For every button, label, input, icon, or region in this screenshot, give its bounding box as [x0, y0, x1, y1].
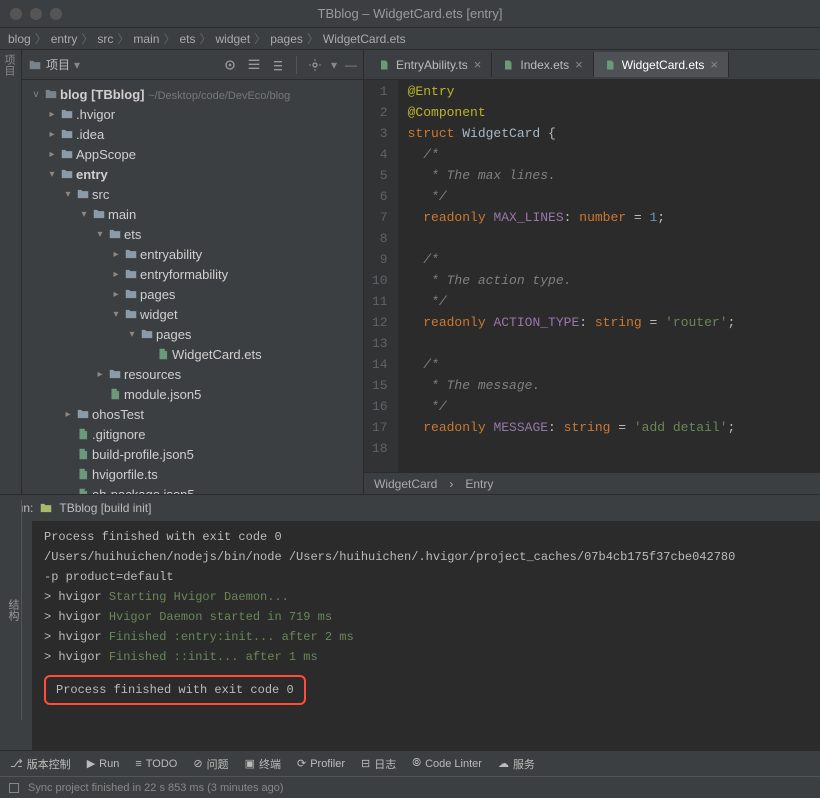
tree-item[interactable]: ▸ohosTest — [30, 404, 363, 424]
folder-icon — [28, 58, 42, 72]
folder-icon — [108, 227, 122, 241]
file-icon — [76, 427, 90, 441]
problems-button[interactable]: ⊘ 问题 — [193, 756, 228, 772]
file-icon — [76, 467, 90, 481]
tree-item[interactable]: ▸entryformability — [30, 264, 363, 284]
expand-all-icon[interactable] — [246, 57, 262, 73]
folder-icon — [108, 367, 122, 381]
folder-icon — [60, 147, 74, 161]
tree-item[interactable]: ▾entry — [30, 164, 363, 184]
folder-icon — [60, 127, 74, 141]
breadcrumb-item[interactable]: widget — [215, 32, 250, 46]
log-button[interactable]: ⊟ 日志 — [361, 756, 396, 772]
file-icon — [108, 387, 122, 401]
file-icon — [156, 347, 170, 361]
tree-root[interactable]: vblog [TBblog] ~/Desktop/code/DevEco/blo… — [30, 84, 363, 104]
breadcrumb-item[interactable]: pages — [270, 32, 303, 46]
run-config-icon — [39, 501, 53, 515]
services-button[interactable]: ☁ 服务 — [498, 756, 535, 772]
file-icon — [378, 59, 390, 71]
breadcrumb-item[interactable]: WidgetCard.ets — [323, 32, 406, 46]
folder-icon — [124, 267, 138, 281]
status-text: Sync project finished in 22 s 853 ms (3 … — [28, 782, 284, 794]
folder-icon — [76, 407, 90, 421]
run-button[interactable]: ▶ Run — [87, 757, 120, 770]
tree-item[interactable]: ▸pages — [30, 284, 363, 304]
tree-item[interactable]: ▾ets — [30, 224, 363, 244]
run-config-name[interactable]: TBblog [build init] — [59, 501, 151, 515]
tree-item[interactable]: ▸resources — [30, 364, 363, 384]
collapse-all-icon[interactable] — [270, 57, 286, 73]
breadcrumb-item[interactable]: src — [97, 32, 113, 46]
folder-icon — [60, 107, 74, 121]
run-panel: Run: TBblog [build init] ↻ ↑ ↓ Process f… — [0, 494, 820, 750]
close-tab-icon[interactable]: × — [710, 57, 718, 72]
tree-item[interactable]: ▸.hvigor — [30, 104, 363, 124]
highlighted-output: Process finished with exit code 0 — [44, 675, 306, 705]
breadcrumb-item[interactable]: main — [133, 32, 159, 46]
status-icon — [8, 782, 20, 794]
tree-item[interactable]: build-profile.json5 — [30, 444, 363, 464]
locate-icon[interactable] — [222, 57, 238, 73]
tree-item[interactable]: ▾widget — [30, 304, 363, 324]
tree-item[interactable]: ▾main — [30, 204, 363, 224]
code-editor[interactable]: 123456789101112131415161718 @Entry@Compo… — [364, 80, 820, 472]
file-icon — [76, 487, 90, 494]
folder-icon — [124, 307, 138, 321]
tree-item[interactable]: .gitignore — [30, 424, 363, 444]
title-bar: TBblog – WidgetCard.ets [entry] — [0, 0, 820, 28]
editor-tab[interactable]: EntryAbility.ts× — [368, 52, 492, 77]
project-panel: 项目 ▾ ▾ — vblog [TBblog] ~/Desktop/code/D… — [22, 50, 364, 494]
settings-gear-icon[interactable] — [307, 57, 323, 73]
vcs-button[interactable]: ⎇ 版本控制 — [10, 756, 71, 772]
folder-icon — [124, 247, 138, 261]
run-output[interactable]: Process finished with exit code 0 /Users… — [32, 521, 820, 750]
tree-item[interactable]: WidgetCard.ets — [30, 344, 363, 364]
editor-tab[interactable]: Index.ets× — [492, 52, 593, 77]
tree-item[interactable]: module.json5 — [30, 384, 363, 404]
profiler-button[interactable]: ⟳ Profiler — [297, 757, 345, 770]
window-title: TBblog – WidgetCard.ets [entry] — [0, 6, 820, 21]
tree-item[interactable]: ▸.idea — [30, 124, 363, 144]
codelinter-button[interactable]: ⦾ Code Linter — [412, 757, 482, 770]
structure-tab[interactable]: 结构 — [5, 599, 21, 621]
close-tab-icon[interactable]: × — [474, 57, 482, 72]
left-tool-tabs[interactable]: 结构 Bookmarks — [0, 500, 22, 720]
tree-item[interactable]: ▸AppScope — [30, 144, 363, 164]
folder-icon — [76, 187, 90, 201]
status-bar: Sync project finished in 22 s 853 ms (3 … — [0, 776, 820, 798]
breadcrumb-item[interactable]: ets — [179, 32, 195, 46]
folder-icon — [44, 87, 58, 101]
breadcrumb-item[interactable]: entry — [51, 32, 78, 46]
gutter: 123456789101112131415161718 — [364, 80, 398, 472]
project-tree[interactable]: vblog [TBblog] ~/Desktop/code/DevEco/blo… — [22, 80, 363, 494]
tree-item[interactable]: ▸entryability — [30, 244, 363, 264]
file-icon — [604, 59, 616, 71]
editor-tabs: EntryAbility.ts×Index.ets×WidgetCard.ets… — [368, 52, 729, 77]
breadcrumb-item[interactable]: blog — [8, 32, 31, 46]
tree-item[interactable]: ▾src — [30, 184, 363, 204]
code-content[interactable]: @Entry@Componentstruct WidgetCard { /* *… — [398, 80, 736, 472]
file-icon — [76, 447, 90, 461]
folder-icon — [124, 287, 138, 301]
tree-item[interactable]: oh-package.json5 — [30, 484, 363, 494]
folder-icon — [60, 167, 74, 181]
editor-crumb-bar[interactable]: WidgetCard›Entry — [364, 472, 820, 494]
bottom-toolbar: ⎇ 版本控制 ▶ Run ≡ TODO ⊘ 问题 ▣ 终端 ⟳ Profiler… — [0, 750, 820, 776]
project-panel-title: 项目 ▾ — [28, 56, 80, 73]
todo-button[interactable]: ≡ TODO — [135, 758, 177, 770]
file-icon — [502, 59, 514, 71]
tree-item[interactable]: hvigorfile.ts — [30, 464, 363, 484]
folder-icon — [92, 207, 106, 221]
editor-tab[interactable]: WidgetCard.ets× — [594, 52, 729, 77]
editor-area: EntryAbility.ts×Index.ets×WidgetCard.ets… — [364, 50, 820, 494]
folder-icon — [140, 327, 154, 341]
hide-panel-icon[interactable]: — — [345, 58, 357, 72]
terminal-button[interactable]: ▣ 终端 — [245, 756, 281, 772]
tree-item[interactable]: ▾pages — [30, 324, 363, 344]
project-tool-tab[interactable]: 项目 — [0, 50, 22, 494]
breadcrumb: blog〉entry〉src〉main〉ets〉widget〉pages〉Wid… — [0, 28, 820, 50]
close-tab-icon[interactable]: × — [575, 57, 583, 72]
